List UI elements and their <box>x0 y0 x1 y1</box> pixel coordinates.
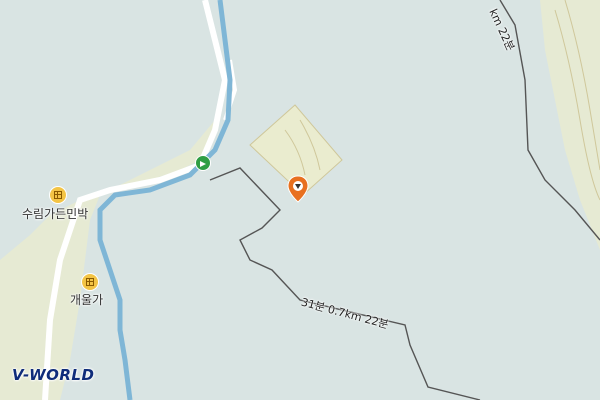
river <box>97 0 233 400</box>
map-canvas[interactable]: 수림가든민박 개울가 31분 0.7km 22분 km 22분 V-WORLD <box>0 0 600 400</box>
terrain-right <box>540 0 600 250</box>
location-pin-icon[interactable] <box>287 175 309 203</box>
trail-arrow-icon[interactable] <box>195 155 211 171</box>
vworld-logo: V-WORLD <box>12 366 95 384</box>
lodging-icon[interactable] <box>82 274 98 290</box>
poi-label-gaeulga[interactable]: 개울가 <box>70 291 103 308</box>
lodging-icon[interactable] <box>50 187 66 203</box>
poi-label-sulim[interactable]: 수림가든민박 <box>22 205 88 222</box>
route-line <box>209 167 481 400</box>
